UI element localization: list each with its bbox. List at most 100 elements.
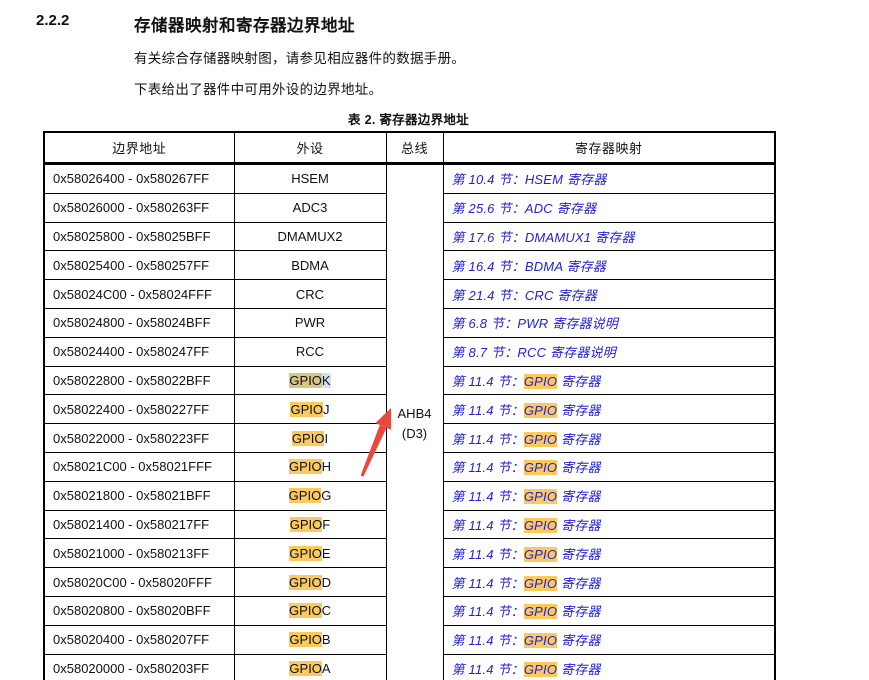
register-map-link[interactable]: 第 16.4 节：BDMA 寄存器 [452,259,607,274]
register-map-cell: 第 11.4 节：GPIO 寄存器 [442,365,776,396]
link-highlight: GPIO [523,604,558,620]
peripheral-label: G [321,488,332,504]
register-map-cell: 第 11.4 节：GPIO 寄存器 [442,480,776,511]
peripheral-label: K [321,372,331,388]
register-map-cell: 第 11.4 节：GPIO 寄存器 [442,624,776,655]
register-map-link[interactable]: 第 11.4 节：GPIO 寄存器 [452,402,601,418]
boundary-address-cell: 0x58020000 - 0x580203FF [43,653,235,680]
peripheral-highlight: GPIO [290,401,323,417]
boundary-address-cell: 0x58020400 - 0x580207FF [43,624,235,655]
register-map-cell: 第 6.8 节：PWR 寄存器说明 [442,307,776,338]
peripheral-label: PWR [294,315,326,331]
peripheral-highlight: GPIO [289,660,322,676]
peripheral-cell: GPIOD [233,567,387,597]
register-boundary-table: 边界地址 外设 总线 寄存器映射 0x58026400 - 0x580267FF… [43,131,776,680]
register-map-link[interactable]: 第 11.4 节：GPIO 寄存器 [452,633,601,649]
peripheral-cell: GPIOE [233,538,387,569]
boundary-address-cell: 0x58024400 - 0x580247FF [43,336,235,367]
register-map-cell: 第 16.4 节：BDMA 寄存器 [442,250,776,281]
register-map-link[interactable]: 第 11.4 节：GPIO 寄存器 [452,546,601,562]
peripheral-label: F [322,516,331,532]
register-map-link[interactable]: 第 6.8 节：PWR 寄存器说明 [452,316,619,331]
peripheral-cell: PWR [233,307,387,338]
peripheral-cell: DMAMUX2 [233,221,387,252]
boundary-address-cell: 0x58021C00 - 0x58021FFF [43,451,235,482]
bus-domain: (D3) [401,425,428,441]
boundary-address-cell: 0x58021000 - 0x580213FF [43,538,235,569]
register-map-cell: 第 11.4 节：GPIO 寄存器 [442,509,776,540]
register-map-cell: 第 11.4 节：GPIO 寄存器 [442,423,776,453]
register-map-link[interactable]: 第 11.4 节：GPIO 寄存器 [452,373,601,389]
header-register-map: 寄存器映射 [442,131,776,165]
boundary-address-cell: 0x58026000 - 0x580263FF [43,192,235,223]
section-heading: 2.2.2 存储器映射和寄存器边界地址 [36,12,355,36]
register-map-link[interactable]: 第 11.4 节：GPIO 寄存器 [452,489,601,505]
link-highlight: GPIO [523,402,558,418]
table-body: 0x58026400 - 0x580267FF HSEM AHB4 (D3) 第 1… [43,162,776,680]
peripheral-label: C [321,603,331,619]
register-map-link[interactable]: 第 11.4 节：GPIO 寄存器 [452,431,601,447]
link-highlight: GPIO [523,431,558,447]
register-map-link[interactable]: 第 11.4 节：GPIO 寄存器 [452,575,601,591]
peripheral-label: I [324,430,329,446]
peripheral-cell: GPIOF [233,509,387,540]
peripheral-label: J [323,401,330,417]
register-map-cell: 第 11.4 节：GPIO 寄存器 [442,538,776,569]
register-map-link[interactable]: 第 11.4 节：GPIO 寄存器 [452,517,601,533]
peripheral-cell: BDMA [233,250,387,281]
register-map-link[interactable]: 第 21.4 节：CRC 寄存器 [452,288,598,303]
link-highlight: GPIO [523,517,558,533]
register-map-cell: 第 11.4 节：GPIO 寄存器 [442,394,776,425]
register-map-link[interactable]: 第 11.4 节：GPIO 寄存器 [452,661,601,677]
peripheral-cell: GPIOK [233,365,387,396]
link-highlight: GPIO [523,546,558,562]
peripheral-cell: GPIOC [233,595,387,626]
peripheral-highlight: GPIO [289,545,322,561]
header-peripheral: 外设 [233,131,387,165]
peripheral-label: B [321,632,331,648]
link-highlight: GPIO [523,575,558,591]
peripheral-highlight: GPIO [289,516,323,532]
register-map-link[interactable]: 第 11.4 节：GPIO 寄存器 [452,460,601,476]
boundary-address-cell: 0x58020C00 - 0x58020FFF [43,567,235,597]
register-map-link[interactable]: 第 8.7 节：RCC 寄存器说明 [452,345,616,360]
register-map-link[interactable]: 第 10.4 节：HSEM 寄存器 [452,172,607,187]
register-map-link[interactable]: 第 25.6 节：ADC 寄存器 [452,201,597,216]
section-title: 存储器映射和寄存器边界地址 [134,17,355,35]
register-map-cell: 第 8.7 节：RCC 寄存器说明 [442,336,776,367]
peripheral-highlight: GPIO [289,459,322,475]
peripheral-highlight: GPIO [289,632,322,648]
register-map-cell: 第 11.4 节：GPIO 寄存器 [442,653,776,680]
boundary-address-cell: 0x58024C00 - 0x58024FFF [43,279,235,309]
register-map-cell: 第 11.4 节：GPIO 寄存器 [442,567,776,597]
peripheral-label: HSEM [291,171,329,187]
table-row: 0x58026400 - 0x580267FF HSEM AHB4 (D3) 第 1… [43,162,776,680]
peripheral-highlight: GPIO [289,372,322,388]
table-header-row: 边界地址 外设 总线 寄存器映射 [43,131,776,165]
peripheral-label: ADC3 [292,200,328,216]
boundary-address-cell: 0x58022400 - 0x580227FF [43,394,235,425]
peripheral-label: D [321,574,331,590]
register-map-cell: 第 25.6 节：ADC 寄存器 [442,192,776,223]
boundary-address-cell: 0x58021800 - 0x58021BFF [43,480,235,511]
peripheral-cell: GPIOH [233,451,387,482]
boundary-address-cell: 0x58021400 - 0x580217FF [43,509,235,540]
peripheral-label: H [321,459,331,475]
link-highlight: GPIO [523,489,558,505]
peripheral-cell: GPIOI [233,423,387,453]
link-highlight: GPIO [523,633,558,649]
register-map-link[interactable]: 第 17.6 节：DMAMUX1 寄存器 [452,230,635,245]
peripheral-label: RCC [295,344,325,360]
boundary-address-cell: 0x58022000 - 0x580223FF [43,423,235,453]
boundary-address-cell: 0x58026400 - 0x580267FF [43,163,235,194]
peripheral-cell: GPIOB [233,624,387,655]
paragraph-table-intro: 下表给出了器件中可用外设的边界地址。 [134,82,383,97]
peripheral-label: BDMA [291,257,329,273]
boundary-address-cell: 0x58024800 - 0x58024BFF [43,307,235,338]
register-map-link[interactable]: 第 11.4 节：GPIO 寄存器 [452,604,601,620]
header-bus: 总线 [385,131,444,165]
boundary-address-cell: 0x58020800 - 0x58020BFF [43,595,235,626]
peripheral-highlight: GPIO [289,574,322,590]
bus-name: AHB4 [397,405,432,421]
peripheral-cell: CRC [233,279,387,309]
